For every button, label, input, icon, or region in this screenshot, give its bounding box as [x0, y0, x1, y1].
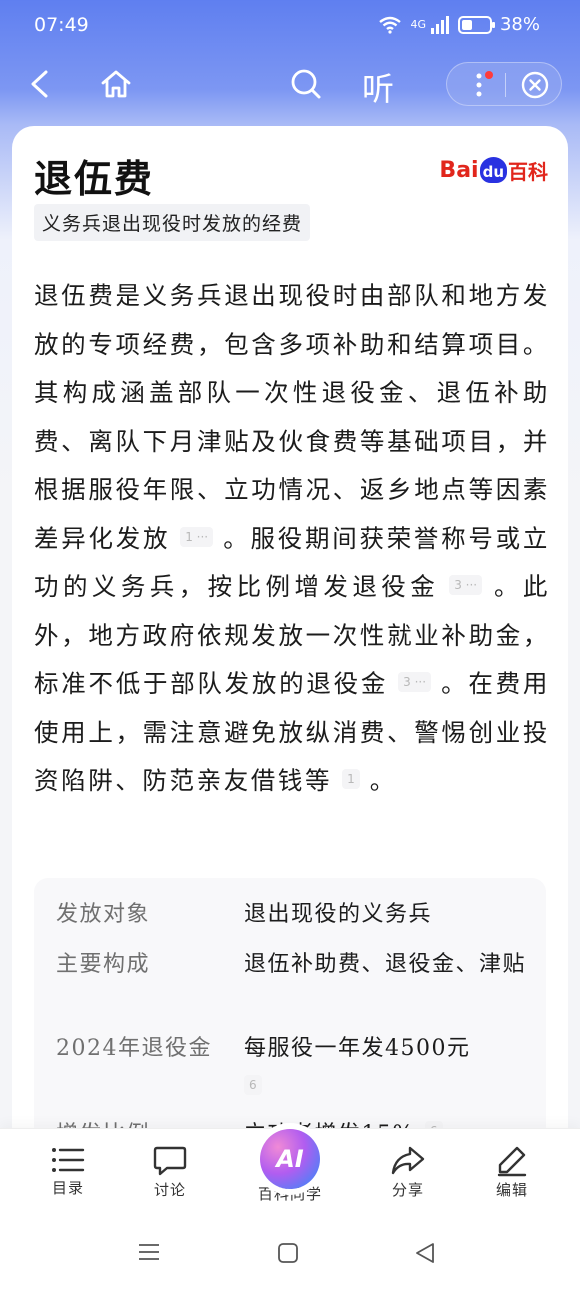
info-row: 发放对象 退出现役的义务兵	[56, 898, 526, 932]
status-icons: 4G 38%	[378, 14, 540, 35]
more-button[interactable]	[447, 63, 505, 107]
reference-badge[interactable]: 1 ···	[180, 526, 214, 547]
contents-label: 目录	[51, 1179, 84, 1197]
close-button[interactable]	[506, 63, 562, 107]
share-label: 分享	[391, 1181, 424, 1199]
discuss-label: 讨论	[153, 1181, 186, 1199]
triangle-back-icon	[416, 1243, 434, 1263]
page-title: 退伍费	[34, 156, 155, 201]
nav-bar: 听	[0, 58, 580, 110]
menu-capsule	[446, 62, 562, 106]
info-row: 主要构成 退伍补助费、退役金、津贴	[56, 948, 526, 982]
reference-badge[interactable]: 1	[342, 769, 360, 789]
contents-button[interactable]: 目录	[28, 1145, 108, 1198]
reference-badge[interactable]: 3 ···	[398, 672, 432, 692]
info-key: 发放对象	[56, 902, 151, 927]
info-key: 2024年退役金	[56, 1036, 212, 1061]
bottom-toolbar: 目录 讨论 AI 百科同学 分享 编辑	[0, 1128, 580, 1220]
network-type: 4G	[410, 18, 426, 31]
ai-assistant-icon: AI	[260, 1129, 320, 1189]
ai-assistant-button[interactable]: AI 百科同学	[250, 1129, 330, 1204]
info-key: 主要构成	[56, 952, 151, 977]
listen-button[interactable]: 听	[362, 64, 394, 110]
battery-icon	[457, 15, 495, 34]
info-row: 2024年退役金 每服役一年发4500元 6	[56, 1032, 526, 1100]
edit-icon	[497, 1146, 527, 1177]
reference-badge[interactable]: 6	[244, 1075, 262, 1095]
status-bar: 07:49 4G 38%	[0, 0, 580, 52]
reference-badge[interactable]: 3 ···	[449, 575, 483, 595]
discuss-button[interactable]: 讨论	[130, 1145, 210, 1200]
signal-icon	[430, 15, 449, 34]
search-icon	[291, 69, 321, 99]
square-icon	[278, 1243, 298, 1263]
summary-paragraph: 退伍费是义务兵退出现役时由部队和地方发放的专项经费，包含多项补助和结算项目。其构…	[34, 281, 550, 795]
share-button[interactable]: 分享	[368, 1145, 448, 1200]
close-icon	[521, 71, 549, 99]
info-value: 每服役一年发4500元 6	[244, 1032, 526, 1100]
back-system-button[interactable]	[414, 1242, 436, 1268]
info-value: 退伍补助费、退役金、津贴	[244, 952, 527, 977]
home-icon	[101, 70, 131, 98]
wifi-icon	[379, 16, 402, 34]
back-button[interactable]	[16, 60, 64, 108]
edit-label: 编辑	[495, 1181, 528, 1199]
battery-percent: 38%	[499, 14, 540, 35]
more-vertical-icon	[476, 73, 482, 97]
share-icon	[391, 1146, 425, 1175]
recent-apps-button[interactable]	[138, 1242, 160, 1266]
edit-button[interactable]: 编辑	[472, 1145, 552, 1200]
home-button[interactable]	[92, 60, 140, 108]
search-button[interactable]	[282, 60, 330, 108]
menu-lines-icon	[139, 1244, 159, 1260]
baidu-baike-logo: Bai du 百科	[439, 157, 548, 184]
info-value: 退出现役的义务兵	[244, 902, 433, 927]
system-nav-bar	[0, 1220, 580, 1289]
list-icon	[52, 1148, 85, 1172]
chevron-left-icon	[31, 70, 48, 98]
subtitle-tag: 义务兵退出现役时发放的经费	[34, 204, 311, 241]
home-system-button[interactable]	[277, 1242, 299, 1268]
status-time: 07:49	[34, 14, 89, 36]
article-card: 退伍费 Bai du 百科 义务兵退出现役时发放的经费 退伍费是义务兵退出现役时…	[12, 126, 568, 1136]
notification-dot	[485, 71, 493, 79]
info-table: 发放对象 退出现役的义务兵 主要构成 退伍补助费、退役金、津贴 2024年退役金…	[34, 878, 546, 1136]
comment-icon	[153, 1146, 187, 1176]
